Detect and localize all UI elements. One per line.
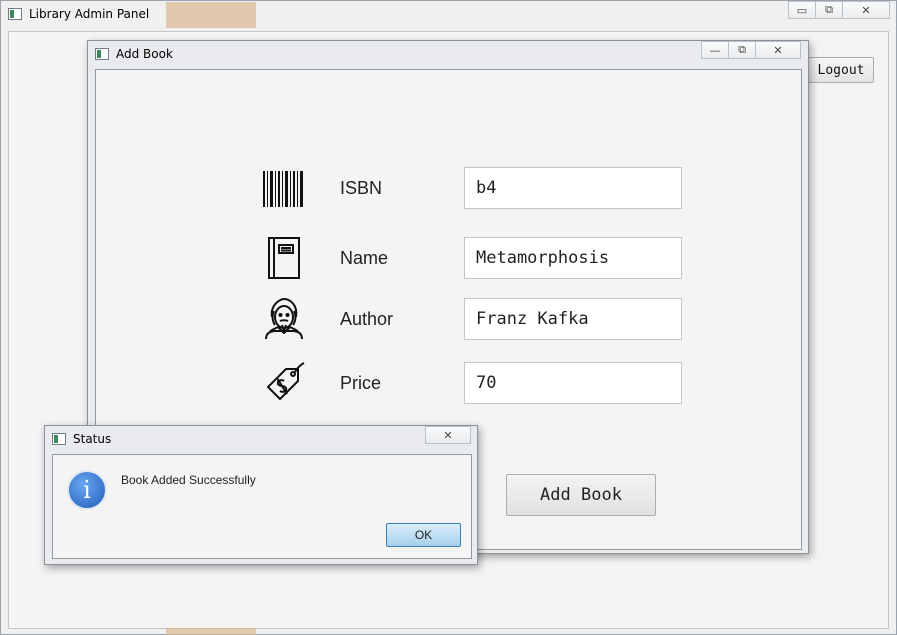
add-book-titlebar[interactable]: Add Book — ⧉ ✕: [88, 41, 808, 69]
close-button[interactable]: ✕: [842, 1, 890, 19]
main-window-title: Library Admin Panel: [29, 7, 150, 21]
author-icon: [265, 298, 303, 340]
status-title: Status: [73, 432, 112, 446]
author-input[interactable]: Franz Kafka: [464, 298, 682, 340]
status-dialog: Status ✕ i Book Added Successfully OK: [44, 425, 478, 565]
maximize-button[interactable]: ⧉: [815, 1, 843, 19]
price-label: Price: [340, 373, 382, 393]
author-label: Author: [340, 309, 394, 329]
ok-button[interactable]: OK: [386, 523, 461, 547]
status-titlebar[interactable]: Status ✕: [45, 426, 477, 454]
isbn-label: ISBN: [340, 178, 383, 198]
barcode-icon: [263, 171, 303, 207]
price-input[interactable]: 70: [464, 362, 682, 404]
dialog-maximize-button[interactable]: ⧉: [728, 41, 756, 59]
add-book-button[interactable]: Add Book: [506, 474, 656, 516]
status-body: i Book Added Successfully OK: [52, 454, 472, 559]
background-book-cover: [166, 2, 256, 28]
status-message: Book Added Successfully: [121, 473, 256, 487]
book-icon: [268, 237, 300, 279]
status-app-icon: [52, 433, 66, 445]
status-close-button[interactable]: ✕: [425, 426, 471, 444]
app-icon: [8, 8, 22, 20]
dialog-close-button[interactable]: ✕: [755, 41, 801, 59]
price-tag-icon: [267, 362, 305, 400]
background-book-cover-bottom: [166, 628, 256, 635]
isbn-input[interactable]: b4: [464, 167, 682, 209]
info-icon: i: [67, 470, 107, 510]
main-titlebar[interactable]: Library Admin Panel ▭ ⧉ ✕: [1, 1, 896, 29]
logout-button[interactable]: Logout: [808, 57, 874, 83]
name-input[interactable]: Metamorphosis: [464, 237, 682, 279]
dialog-minimize-button[interactable]: —: [701, 41, 729, 59]
minimize-button[interactable]: ▭: [788, 1, 816, 19]
name-label: Name: [340, 248, 389, 268]
dialog-app-icon: [95, 48, 109, 60]
add-book-title: Add Book: [116, 47, 173, 61]
